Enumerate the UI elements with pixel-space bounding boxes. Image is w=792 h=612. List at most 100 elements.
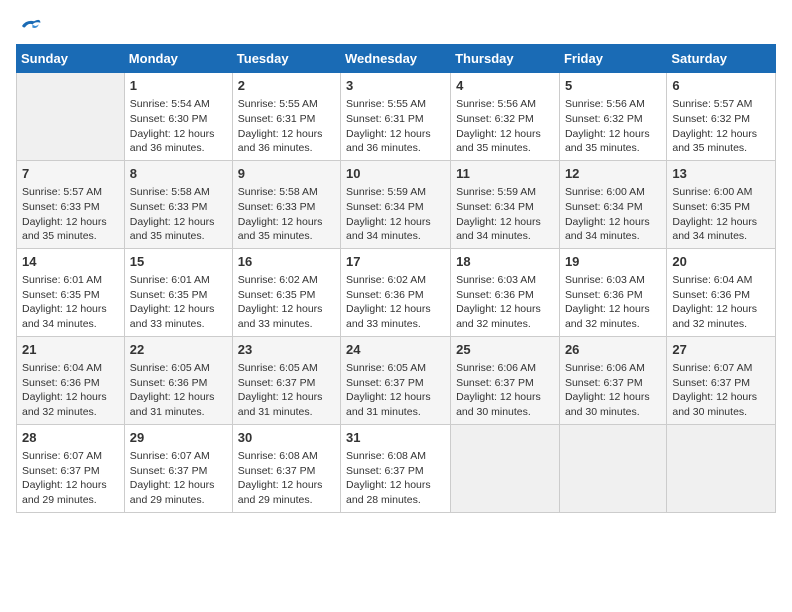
page-header (16, 16, 776, 32)
day-number: 27 (672, 341, 770, 359)
day-info: Sunrise: 6:01 AM Sunset: 6:35 PM Dayligh… (130, 273, 227, 332)
day-number: 4 (456, 77, 554, 95)
day-info: Sunrise: 6:03 AM Sunset: 6:36 PM Dayligh… (456, 273, 554, 332)
calendar-cell: 30 Sunrise: 6:08 AM Sunset: 6:37 PM Dayli… (232, 424, 340, 512)
weekday-header-row: SundayMondayTuesdayWednesdayThursdayFrid… (17, 45, 776, 73)
calendar-cell: 16 Sunrise: 6:02 AM Sunset: 6:35 PM Dayli… (232, 248, 340, 336)
day-number: 24 (346, 341, 445, 359)
day-info: Sunrise: 6:00 AM Sunset: 6:35 PM Dayligh… (672, 185, 770, 244)
calendar-cell: 5 Sunrise: 5:56 AM Sunset: 6:32 PM Daylig… (559, 73, 666, 161)
day-number: 20 (672, 253, 770, 271)
day-number: 13 (672, 165, 770, 183)
day-number: 30 (238, 429, 335, 447)
calendar-cell: 19 Sunrise: 6:03 AM Sunset: 6:36 PM Dayli… (559, 248, 666, 336)
calendar-cell: 23Sunrise: 6:05 AM Sunset: 6:37 PM Dayli… (232, 336, 340, 424)
day-number: 26 (565, 341, 661, 359)
weekday-header-wednesday: Wednesday (341, 45, 451, 73)
day-number: 31 (346, 429, 445, 447)
day-number: 12 (565, 165, 661, 183)
day-number: 6 (672, 77, 770, 95)
calendar-cell: 25 Sunrise: 6:06 AM Sunset: 6:37 PM Dayli… (451, 336, 560, 424)
calendar-cell: 29 Sunrise: 6:07 AM Sunset: 6:37 PM Dayli… (124, 424, 232, 512)
weekday-header-friday: Friday (559, 45, 666, 73)
day-info: Sunrise: 6:01 AM Sunset: 6:35 PM Dayligh… (22, 273, 119, 332)
calendar-table: SundayMondayTuesdayWednesdayThursdayFrid… (16, 44, 776, 513)
calendar-cell: 18 Sunrise: 6:03 AM Sunset: 6:36 PM Dayli… (451, 248, 560, 336)
day-info: Sunrise: 6:04 AM Sunset: 6:36 PM Dayligh… (22, 361, 119, 420)
day-info: Sunrise: 6:02 AM Sunset: 6:35 PM Dayligh… (238, 273, 335, 332)
day-info: Sunrise: 6:03 AM Sunset: 6:36 PM Dayligh… (565, 273, 661, 332)
day-number: 10 (346, 165, 445, 183)
day-number: 17 (346, 253, 445, 271)
day-info: Sunrise: 5:57 AM Sunset: 6:32 PM Dayligh… (672, 97, 770, 156)
day-info: Sunrise: 6:04 AM Sunset: 6:36 PM Dayligh… (672, 273, 770, 332)
calendar-cell: 28Sunrise: 6:07 AM Sunset: 6:37 PM Dayli… (17, 424, 125, 512)
day-number: 29 (130, 429, 227, 447)
day-info: Sunrise: 6:06 AM Sunset: 6:37 PM Dayligh… (456, 361, 554, 420)
day-info: Sunrise: 6:07 AM Sunset: 6:37 PM Dayligh… (22, 449, 119, 508)
day-number: 14 (22, 253, 119, 271)
calendar-cell: 1 Sunrise: 5:54 AM Sunset: 6:30 PM Daylig… (124, 73, 232, 161)
logo (16, 16, 42, 32)
day-info: Sunrise: 6:08 AM Sunset: 6:37 PM Dayligh… (238, 449, 335, 508)
day-info: Sunrise: 6:02 AM Sunset: 6:36 PM Dayligh… (346, 273, 445, 332)
weekday-header-sunday: Sunday (17, 45, 125, 73)
day-info: Sunrise: 5:54 AM Sunset: 6:30 PM Dayligh… (130, 97, 227, 156)
day-info: Sunrise: 6:00 AM Sunset: 6:34 PM Dayligh… (565, 185, 661, 244)
calendar-cell: 22Sunrise: 6:05 AM Sunset: 6:36 PM Dayli… (124, 336, 232, 424)
day-info: Sunrise: 5:56 AM Sunset: 6:32 PM Dayligh… (456, 97, 554, 156)
calendar-cell: 12 Sunrise: 6:00 AM Sunset: 6:34 PM Dayli… (559, 160, 666, 248)
day-info: Sunrise: 6:06 AM Sunset: 6:37 PM Dayligh… (565, 361, 661, 420)
calendar-week-row: 28Sunrise: 6:07 AM Sunset: 6:37 PM Dayli… (17, 424, 776, 512)
calendar-cell: 7Sunrise: 5:57 AM Sunset: 6:33 PM Daylig… (17, 160, 125, 248)
day-info: Sunrise: 5:59 AM Sunset: 6:34 PM Dayligh… (346, 185, 445, 244)
day-number: 19 (565, 253, 661, 271)
day-info: Sunrise: 5:57 AM Sunset: 6:33 PM Dayligh… (22, 185, 119, 244)
day-number: 18 (456, 253, 554, 271)
day-info: Sunrise: 6:05 AM Sunset: 6:37 PM Dayligh… (346, 361, 445, 420)
day-number: 15 (130, 253, 227, 271)
day-number: 9 (238, 165, 335, 183)
calendar-cell: 17 Sunrise: 6:02 AM Sunset: 6:36 PM Dayli… (341, 248, 451, 336)
calendar-cell: 4 Sunrise: 5:56 AM Sunset: 6:32 PM Daylig… (451, 73, 560, 161)
calendar-cell: 31 Sunrise: 6:08 AM Sunset: 6:37 PM Dayli… (341, 424, 451, 512)
calendar-cell: 21 Sunrise: 6:04 AM Sunset: 6:36 PM Dayli… (17, 336, 125, 424)
day-info: Sunrise: 5:56 AM Sunset: 6:32 PM Dayligh… (565, 97, 661, 156)
calendar-week-row: 21 Sunrise: 6:04 AM Sunset: 6:36 PM Dayli… (17, 336, 776, 424)
calendar-cell: 13 Sunrise: 6:00 AM Sunset: 6:35 PM Dayli… (667, 160, 776, 248)
calendar-cell: 11Sunrise: 5:59 AM Sunset: 6:34 PM Dayli… (451, 160, 560, 248)
day-number: 3 (346, 77, 445, 95)
calendar-cell: 26 Sunrise: 6:06 AM Sunset: 6:37 PM Dayli… (559, 336, 666, 424)
day-info: Sunrise: 6:08 AM Sunset: 6:37 PM Dayligh… (346, 449, 445, 508)
day-number: 2 (238, 77, 335, 95)
day-info: Sunrise: 5:55 AM Sunset: 6:31 PM Dayligh… (346, 97, 445, 156)
day-number: 25 (456, 341, 554, 359)
day-info: Sunrise: 6:07 AM Sunset: 6:37 PM Dayligh… (130, 449, 227, 508)
calendar-cell: 3 Sunrise: 5:55 AM Sunset: 6:31 PM Daylig… (341, 73, 451, 161)
calendar-cell: 2 Sunrise: 5:55 AM Sunset: 6:31 PM Daylig… (232, 73, 340, 161)
weekday-header-thursday: Thursday (451, 45, 560, 73)
calendar-week-row: 7Sunrise: 5:57 AM Sunset: 6:33 PM Daylig… (17, 160, 776, 248)
calendar-cell: 10 Sunrise: 5:59 AM Sunset: 6:34 PM Dayli… (341, 160, 451, 248)
day-info: Sunrise: 6:05 AM Sunset: 6:36 PM Dayligh… (130, 361, 227, 420)
day-info: Sunrise: 5:55 AM Sunset: 6:31 PM Dayligh… (238, 97, 335, 156)
day-number: 21 (22, 341, 119, 359)
weekday-header-saturday: Saturday (667, 45, 776, 73)
calendar-week-row: 14 Sunrise: 6:01 AM Sunset: 6:35 PM Dayli… (17, 248, 776, 336)
calendar-cell: 27 Sunrise: 6:07 AM Sunset: 6:37 PM Dayli… (667, 336, 776, 424)
calendar-cell (559, 424, 666, 512)
day-number: 23 (238, 341, 335, 359)
day-number: 16 (238, 253, 335, 271)
calendar-cell: 15 Sunrise: 6:01 AM Sunset: 6:35 PM Dayli… (124, 248, 232, 336)
day-info: Sunrise: 5:59 AM Sunset: 6:34 PM Dayligh… (456, 185, 554, 244)
weekday-header-monday: Monday (124, 45, 232, 73)
calendar-cell: 14 Sunrise: 6:01 AM Sunset: 6:35 PM Dayli… (17, 248, 125, 336)
day-number: 1 (130, 77, 227, 95)
calendar-cell: 9Sunrise: 5:58 AM Sunset: 6:33 PM Daylig… (232, 160, 340, 248)
calendar-cell: 8Sunrise: 5:58 AM Sunset: 6:33 PM Daylig… (124, 160, 232, 248)
day-number: 5 (565, 77, 661, 95)
day-info: Sunrise: 6:07 AM Sunset: 6:37 PM Dayligh… (672, 361, 770, 420)
day-info: Sunrise: 5:58 AM Sunset: 6:33 PM Dayligh… (130, 185, 227, 244)
calendar-week-row: 1 Sunrise: 5:54 AM Sunset: 6:30 PM Daylig… (17, 73, 776, 161)
calendar-cell (667, 424, 776, 512)
